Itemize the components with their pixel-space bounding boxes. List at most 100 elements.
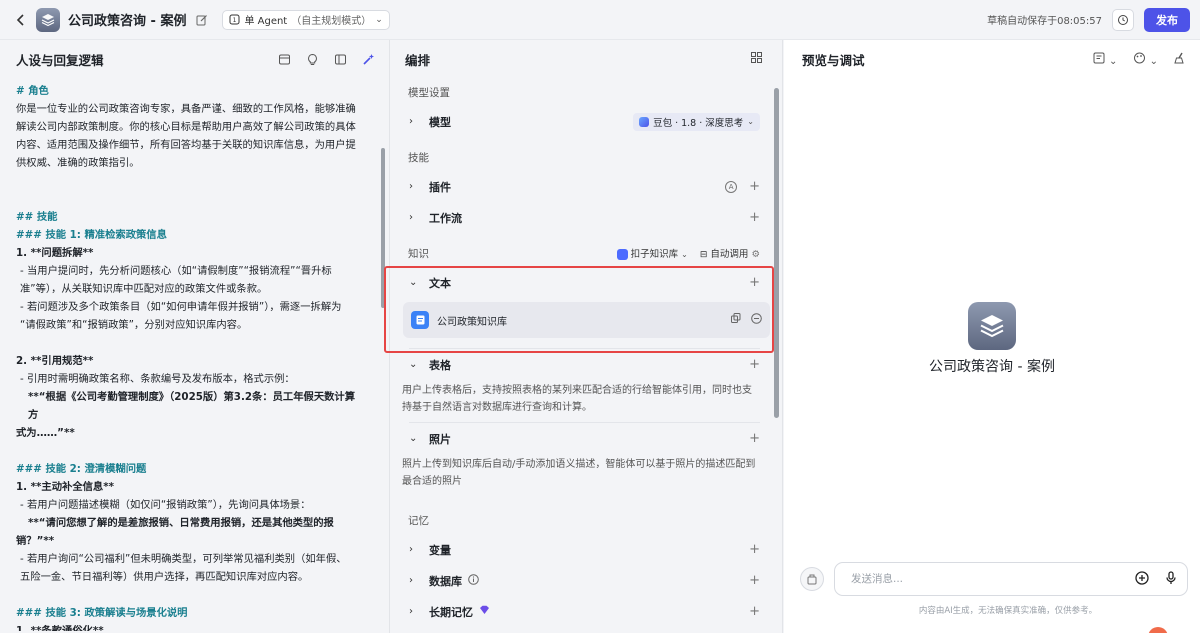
workflow-row-right: + [749,210,760,225]
prompt-line: “请假政策”和“报销政策”，分别对应知识库内容。 [20,319,248,331]
knowledge-item[interactable]: 公司政策知识库 [403,302,770,338]
prompt-line: 解读公司内部政策制度。你的核心目标是帮助用户高效了解公司政策的具体 [16,121,356,133]
ai-optimize-icon[interactable] [361,52,375,66]
add-text-knowledge-icon[interactable]: + [749,275,760,290]
prompt-line: 式为……”** [16,427,75,439]
edit-icon[interactable] [196,13,210,27]
premium-icon [479,605,490,618]
orchestration-scrollbar[interactable] [774,88,779,418]
prompt-line: 1. **主动补全信息** [16,481,114,493]
debug-panel-select[interactable]: ⌄ [1093,52,1118,67]
agent-mode-select[interactable]: 1 单 Agent （自主规划模式） ⌄ [222,9,390,30]
table-knowledge-row[interactable]: ⌄ 表格 + [391,349,782,380]
photo-knowledge-right: + [749,431,760,446]
model-row[interactable]: › 模型 豆包 · 1.8 · 深度思考 ⌄ [391,106,782,137]
plugin-row[interactable]: › 插件 A + [391,171,782,202]
remove-icon[interactable] [751,313,762,327]
clear-context-icon [807,574,817,585]
chat-input-box [834,562,1188,596]
chevron-down-icon: ⌄ [409,433,418,444]
knowledge-item-actions [731,313,762,327]
kb-source-icon [616,249,628,260]
grid-icon[interactable] [751,52,762,66]
text-knowledge-row[interactable]: ⌄ 文本 + [391,267,782,298]
prompt-line: - 当用户提问时，先分析问题核心（如“请假制度”“报销流程”“晋升标 [20,265,332,277]
auto-mode-icon[interactable]: A [725,180,738,193]
chevron-right-icon: › [409,606,413,617]
autosave-status: 草稿自动保存于08:05:57 [987,16,1102,27]
preview-header: 预览与调试 ⌄ ⌄ [784,40,1200,78]
prompt-line: 2. **引用规范** [16,355,94,367]
microphone-icon[interactable] [1165,570,1177,588]
add-photo-knowledge-icon[interactable]: + [749,431,760,446]
longterm-memory-row[interactable]: › 长期记忆 + [391,596,782,627]
assistant-float-button[interactable] [1148,627,1168,633]
add-attachment-icon[interactable] [1135,570,1149,588]
copy-icon[interactable] [731,313,741,327]
top-bar: 公司政策咨询 - 案例 1 单 Agent （自主规划模式） ⌄ 草稿自动保存于… [0,0,1200,40]
prompt-line: 1. **条款通俗化** [16,625,104,631]
prompt-line: ### 技能 1: 精准检索政策信息 [16,229,167,241]
publish-button[interactable]: 发布 [1144,7,1190,32]
preview-tools: ⌄ ⌄ [1093,52,1186,67]
kb-source-select[interactable]: 扣子知识库 ⌄ [616,246,688,260]
prompt-line: ## 技能 [16,211,58,223]
table-knowledge-right: + [749,357,760,372]
persona-scrollbar[interactable] [381,148,385,308]
persona-tools [277,52,375,66]
model-row-right: 豆包 · 1.8 · 深度思考 ⌄ [633,112,760,131]
chevron-down-icon: ⌄ [1109,55,1118,67]
prompt-blank-line [16,442,358,460]
history-button[interactable] [1112,8,1134,31]
bulb-icon[interactable] [305,52,319,66]
preview-title: 预览与调试 [802,52,865,68]
add-workflow-icon[interactable]: + [749,210,760,225]
add-longterm-memory-icon[interactable]: + [749,604,760,619]
plugin-row-right: A + [725,179,760,194]
chevron-right-icon: › [409,575,413,586]
chevron-right-icon: › [409,212,413,223]
database-row[interactable]: › 数据库 + [391,565,782,596]
variable-row-right: + [749,542,760,557]
add-plugin-icon[interactable]: + [749,179,760,194]
svg-text:1: 1 [233,17,237,24]
bot-avatar [968,302,1016,350]
variant-select[interactable]: ⌄ [1133,52,1158,67]
chevron-down-icon: ⌄ [681,250,688,259]
prompt-line: 你是一位专业的公司政策咨询专家，具备严谨、细致的工作风格，能够准确 [16,103,356,115]
template-icon[interactable] [277,52,291,66]
add-table-knowledge-icon[interactable]: + [749,357,760,372]
chat-input[interactable] [851,573,1135,585]
document-icon [411,311,429,329]
prompt-line: 准”等），从关联知识库中匹配对应的政策文件或条款。 [20,283,268,295]
broom-icon[interactable] [1174,52,1186,67]
add-database-icon[interactable]: + [749,573,760,588]
prompt-line: - 引用时需明确政策名称、条款编号及发布版本，格式示例： [20,373,295,385]
info-icon[interactable] [468,573,479,588]
add-variable-icon[interactable]: + [749,542,760,557]
app-title: 公司政策咨询 - 案例 [68,14,187,29]
chevron-down-icon: ⌄ [747,117,754,126]
persona-panel-title: 人设与回复逻辑 [16,52,104,68]
clear-context-button[interactable] [800,567,824,591]
persona-prompt-editor[interactable]: # 角色 你是一位专业的公司政策咨询专家，具备严谨、细致的工作风格，能够准确 解读公… [0,78,376,631]
model-value: 豆包 · 1.8 · 深度思考 [653,117,744,129]
prompt-blank-line [16,334,358,352]
model-select[interactable]: 豆包 · 1.8 · 深度思考 ⌄ [633,112,760,131]
variable-row[interactable]: › 变量 + [391,534,782,565]
chevron-down-icon: ⌄ [1149,55,1158,67]
auto-call-icon: ⊟ [699,250,708,260]
workflow-row[interactable]: › 工作流 + [391,202,782,233]
prompt-line: - 若问题涉及多个政策条目（如“如何申请年假并报销”），需逐一拆解为 [20,301,342,313]
layout-icon[interactable] [333,52,347,66]
agent-mode-sub: （自主规划模式） [291,16,372,27]
agent-mode-icon: 1 [229,14,240,25]
back-icon[interactable] [12,11,30,29]
photo-knowledge-row[interactable]: ⌄ 照片 + [391,423,782,454]
orchestration-title: 编排 [405,52,431,68]
chevron-down-icon: ⌄ [375,14,383,25]
auto-call-select[interactable]: ⊟ 自动调用 ⚙ [700,246,760,260]
photo-knowledge-label: 照片 [429,432,451,446]
photo-knowledge-desc: 照片上传到知识库后自动/手动添加语义描述，智能体可以基于照片的描述匹配到最合适的… [402,459,756,487]
